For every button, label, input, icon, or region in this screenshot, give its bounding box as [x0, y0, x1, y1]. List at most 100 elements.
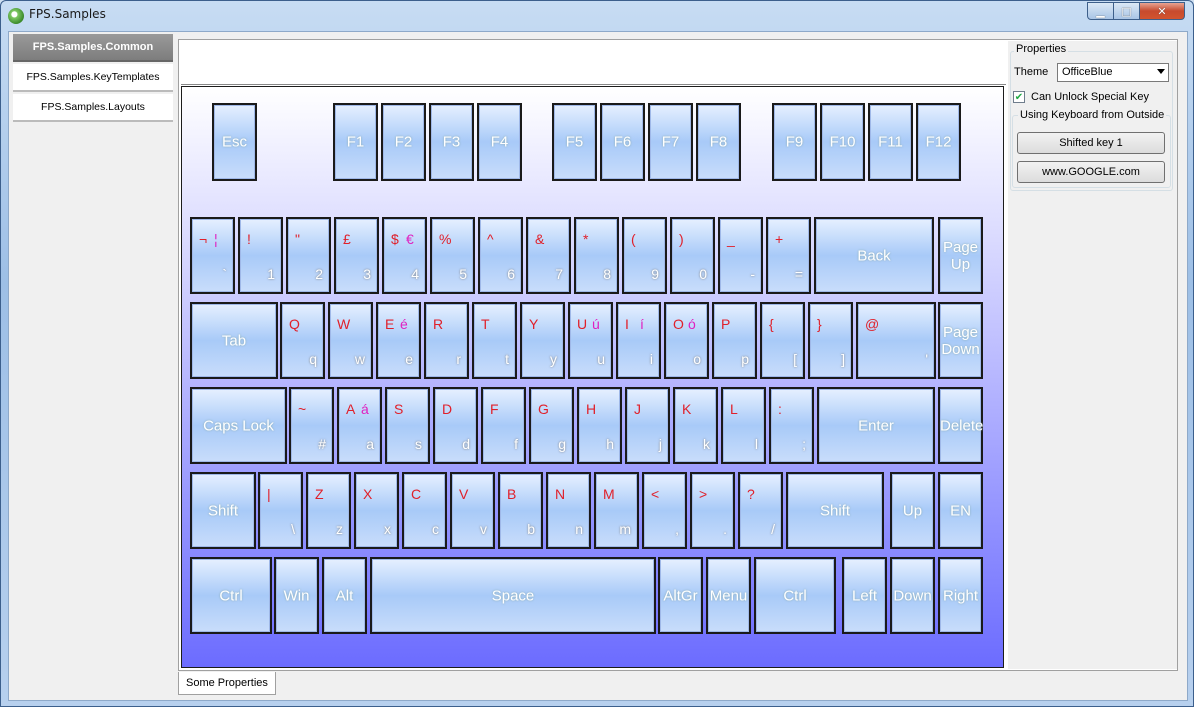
key-page-down[interactable]: Page Down [938, 302, 983, 379]
tab-some-properties[interactable]: Some Properties [178, 672, 276, 695]
minimize-button[interactable]: ▁ [1087, 2, 1114, 20]
maximize-button[interactable]: □ [1113, 2, 1140, 20]
key-char[interactable]: Ff [481, 387, 526, 464]
key-f6[interactable]: F6 [600, 103, 645, 181]
key-char[interactable]: $ €4 [382, 217, 427, 294]
key-char[interactable]: Tt [472, 302, 517, 379]
key-char[interactable]: + = [766, 217, 811, 294]
key-f1[interactable]: F1 [333, 103, 378, 181]
key-char[interactable]: £3 [334, 217, 379, 294]
key-char[interactable]: Qq [280, 302, 325, 379]
key-caps-lock[interactable]: Caps Lock [190, 387, 287, 464]
key-altgr[interactable]: AltGr [658, 557, 703, 634]
key-f5[interactable]: F5 [552, 103, 597, 181]
key-char[interactable]: :; [769, 387, 814, 464]
unlock-special-key-checkbox[interactable]: ✔ [1013, 91, 1025, 103]
key-f4[interactable]: F4 [477, 103, 522, 181]
key-base-char: n [575, 521, 583, 537]
key-char[interactable]: Rr [424, 302, 469, 379]
key-char[interactable]: Bb [498, 472, 543, 549]
key-f8[interactable]: F8 [696, 103, 741, 181]
key-f7[interactable]: F7 [648, 103, 693, 181]
key-left[interactable]: Left [842, 557, 887, 634]
key-f11[interactable]: F11 [868, 103, 913, 181]
key-char[interactable]: @ ' [856, 302, 936, 379]
key-shift[interactable]: Shift [786, 472, 884, 549]
key-ctrl[interactable]: Ctrl [190, 557, 272, 634]
key-char[interactable]: Ll [721, 387, 766, 464]
key-char[interactable]: ) 0 [670, 217, 715, 294]
key-char[interactable]: (9 [622, 217, 667, 294]
key-tab[interactable]: Tab [190, 302, 278, 379]
key-up[interactable]: Up [890, 472, 935, 549]
key-char[interactable]: Cc [402, 472, 447, 549]
key-char[interactable]: Oó o [664, 302, 709, 379]
key-char[interactable]: Dd [433, 387, 478, 464]
key-char[interactable]: ! 1 [238, 217, 283, 294]
key-char[interactable]: & 7 [526, 217, 571, 294]
key-char[interactable]: Yy [520, 302, 565, 379]
key-back[interactable]: Back [814, 217, 934, 294]
key-char[interactable]: ? / [738, 472, 783, 549]
key-char[interactable]: }] [808, 302, 853, 379]
keyboard-input-area[interactable] [181, 42, 1006, 85]
theme-select[interactable]: OfficeBlue [1057, 63, 1169, 82]
key-char[interactable]: * 8 [574, 217, 619, 294]
key-right[interactable]: Right [938, 557, 983, 634]
key-char[interactable]: Nn [546, 472, 591, 549]
key-shift[interactable]: Shift [190, 472, 256, 549]
key-char[interactable]: ~ # [289, 387, 334, 464]
key-char[interactable]: | \ [258, 472, 303, 549]
key-shift-char: } [817, 316, 822, 332]
key-char[interactable]: Zz [306, 472, 351, 549]
key-down[interactable]: Down [890, 557, 935, 634]
nav-item-keytemplates[interactable]: FPS.Samples.KeyTemplates [13, 64, 173, 92]
key-char[interactable]: Mm [594, 472, 639, 549]
unlock-special-key-row[interactable]: ✔ Can Unlock Special Key [1013, 91, 1149, 103]
key-label: Ctrl [783, 587, 807, 604]
key-char[interactable]: >. [690, 472, 735, 549]
key-char[interactable]: % 5 [430, 217, 475, 294]
key-char[interactable]: Gg [529, 387, 574, 464]
key-char[interactable]: Ww [328, 302, 373, 379]
nav-item-layouts[interactable]: FPS.Samples.Layouts [13, 94, 173, 122]
key-ctrl[interactable]: Ctrl [754, 557, 836, 634]
shifted-key-button[interactable]: Shifted key 1 [1017, 132, 1165, 154]
key-shift-char: S [394, 401, 404, 417]
nav-item-common[interactable]: FPS.Samples.Common [13, 34, 173, 62]
key-char[interactable]: Pp [712, 302, 757, 379]
key-char[interactable]: Ss [385, 387, 430, 464]
key-enter[interactable]: Enter [817, 387, 935, 464]
title-bar[interactable]: FPS.Samples ▁ □ ✕ [1, 1, 1193, 31]
key-alt[interactable]: Alt [322, 557, 367, 634]
key-char[interactable]: Hh [577, 387, 622, 464]
key-char[interactable]: Kk [673, 387, 718, 464]
key-char[interactable]: ¬ ¦ ` [190, 217, 235, 294]
key-char[interactable]: Jj [625, 387, 670, 464]
close-button[interactable]: ✕ [1139, 2, 1185, 20]
key-char[interactable]: Eé e [376, 302, 421, 379]
key-char[interactable]: Aá a [337, 387, 382, 464]
key-f2[interactable]: F2 [381, 103, 426, 181]
key-f10[interactable]: F10 [820, 103, 865, 181]
key-f9[interactable]: F9 [772, 103, 817, 181]
key-esc[interactable]: Esc [212, 103, 257, 181]
key-space[interactable]: Space [370, 557, 656, 634]
key-delete[interactable]: Delete [938, 387, 983, 464]
key-char[interactable]: {[ [760, 302, 805, 379]
key-f12[interactable]: F12 [916, 103, 961, 181]
key-win[interactable]: Win [274, 557, 319, 634]
key-en[interactable]: EN [938, 472, 983, 549]
key-char[interactable]: Ií i [616, 302, 661, 379]
key-char[interactable]: _ - [718, 217, 763, 294]
key-f3[interactable]: F3 [429, 103, 474, 181]
key-char[interactable]: ^ 6 [478, 217, 523, 294]
google-button[interactable]: www.GOOGLE.com [1017, 161, 1165, 183]
key-char[interactable]: " 2 [286, 217, 331, 294]
key-char[interactable]: Xx [354, 472, 399, 549]
key-page-up[interactable]: Page Up [938, 217, 983, 294]
key-char[interactable]: Vv [450, 472, 495, 549]
key-char[interactable]: Uú u [568, 302, 613, 379]
key-char[interactable]: <, [642, 472, 687, 549]
key-menu[interactable]: Menu [706, 557, 751, 634]
